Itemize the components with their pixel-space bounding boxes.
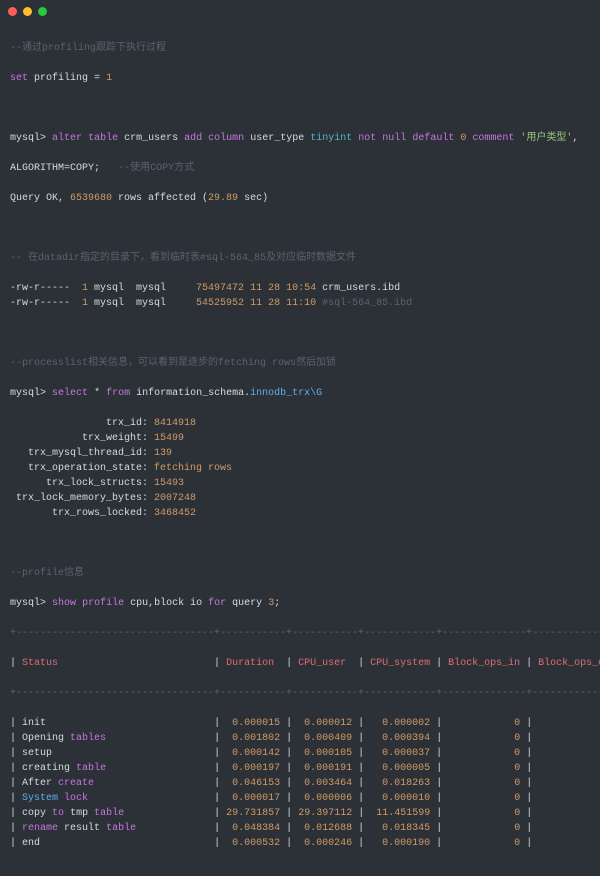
profile-row: | After create | 0.046153 | 0.003464 | 0… (10, 776, 590, 791)
comment-line: -- 在datadir指定的目录下，看到临时表#sql-564_85及对应临时数… (10, 253, 356, 264)
ls-listing: -rw-r----- 1 mysql mysql 75497472 11 28 … (10, 281, 590, 311)
trx-fields: trx_id: 8414918 trx_weight: 15499 trx_my… (10, 416, 590, 521)
profile-body: | init | 0.000015 | 0.000012 | 0.000002 … (10, 716, 590, 851)
profile-row: | init | 0.000015 | 0.000012 | 0.000002 … (10, 716, 590, 731)
comment-line: --processlist相关信息，可以看到是逐步的fetching rows然… (10, 358, 336, 369)
window-titlebar (0, 0, 600, 22)
ls-row: -rw-r----- 1 mysql mysql 75497472 11 28 … (10, 281, 590, 296)
variable: profiling (34, 73, 88, 84)
profile-row: | rename result table | 0.048384 | 0.012… (10, 821, 590, 836)
close-icon[interactable] (8, 7, 17, 16)
profile-row: | System lock | 0.000017 | 0.000006 | 0.… (10, 791, 590, 806)
profile-header: | Status| Duration| CPU_user| CPU_system… (10, 656, 590, 671)
trx-field: trx_id: 8414918 (10, 416, 590, 431)
minimize-icon[interactable] (23, 7, 32, 16)
trx-field: trx_weight: 15499 (10, 431, 590, 446)
trx-field: trx_rows_locked: 3468452 (10, 506, 590, 521)
profile-row: | copy to tmp table | 29.731857 | 29.397… (10, 806, 590, 821)
keyword: set (10, 73, 28, 84)
table-separator: +---------------------------------+-----… (10, 686, 590, 701)
profile-row: | end | 0.000532 | 0.000246 | 0.000190 |… (10, 836, 590, 851)
terminal-output: --通过profiling跟踪下执行过程 set profiling = 1 m… (0, 22, 600, 876)
trx-field: trx_operation_state: fetching rows (10, 461, 590, 476)
comment-line: --通过profiling跟踪下执行过程 (10, 43, 166, 54)
trx-field: trx_lock_structs: 15493 (10, 476, 590, 491)
profile-row: | creating table | 0.000197 | 0.000191 |… (10, 761, 590, 776)
trx-field: trx_lock_memory_bytes: 2007248 (10, 491, 590, 506)
comment-line: --profile信息 (10, 568, 84, 579)
profile-row: | Opening tables | 0.001802 | 0.000409 |… (10, 731, 590, 746)
trx-field: trx_mysql_thread_id: 139 (10, 446, 590, 461)
maximize-icon[interactable] (38, 7, 47, 16)
profile-row: | setup | 0.000142 | 0.000105 | 0.000037… (10, 746, 590, 761)
ls-row: -rw-r----- 1 mysql mysql 54525952 11 28 … (10, 296, 590, 311)
number: 1 (106, 73, 112, 84)
prompt: mysql> (10, 133, 46, 144)
table-separator: +---------------------------------+-----… (10, 626, 590, 641)
